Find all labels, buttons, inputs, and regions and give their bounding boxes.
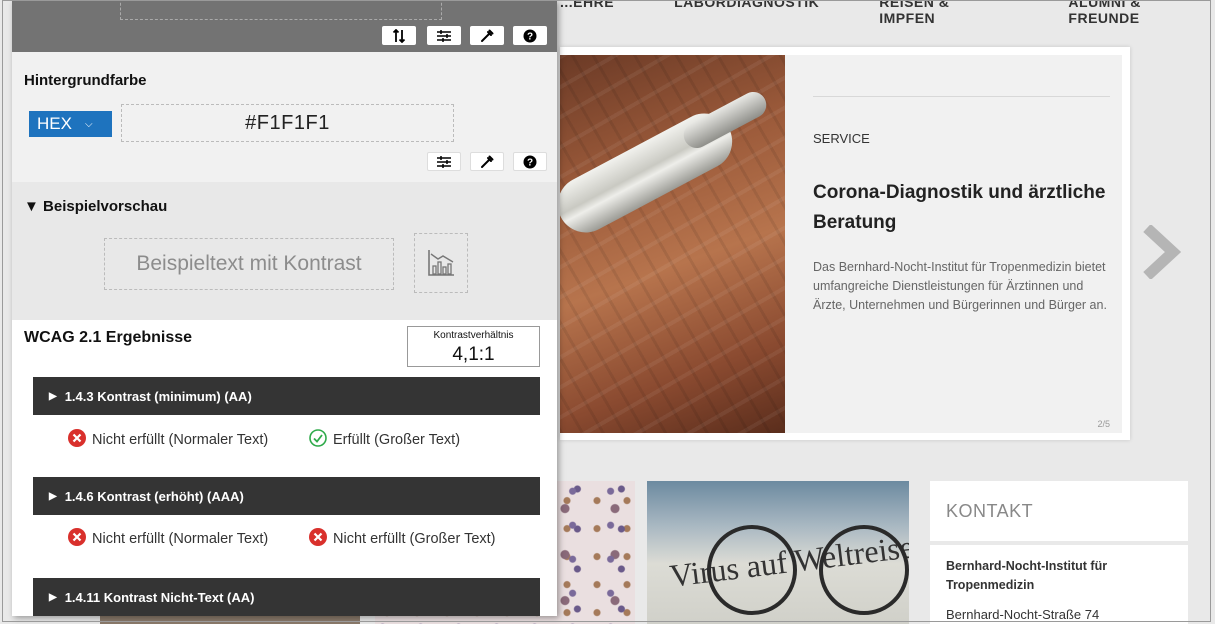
triangle-right-icon: ▶ [49,591,57,603]
browser-page: ...EHRE LABORDIAGNOSTIK REISEN & IMPFEN … [0,0,1215,624]
criterion-label: 1.4.6 Kontrast (erhöht) (AAA) [64,488,244,504]
background-color-input[interactable]: #F1F1F1 [121,104,454,142]
slide-category: SERVICE [813,131,870,146]
chart-icon [428,250,454,276]
criterion-label: 1.4.11 Kontrast Nicht-Text (AA) [64,589,255,605]
criterion-1-4-11-toggle[interactable]: ▶ 1.4.11 Kontrast Nicht-Text (AA) [33,578,540,616]
help-icon[interactable]: ? [513,26,547,45]
fail-icon [68,429,86,447]
hero-slider: SERVICE Corona-Diagnostik und ärztliche … [560,47,1130,440]
result-large-text: Erfüllt (Großer Text) [309,429,549,449]
result-text: Erfüllt (Großer Text) [333,432,461,448]
slide-image [560,55,785,433]
criterion-label: 1.4.3 Kontrast (minimum) (AA) [64,388,252,404]
contrast-ratio-label: Kontrastverhältnis [433,330,514,341]
slide-description: Das Bernhard-Nocht-Institut für Tropenme… [813,260,1107,312]
preview-toggle[interactable]: ▼ Beispielvorschau [24,198,167,215]
color-format-select[interactable]: HEX ⌵ [29,111,112,137]
kontakt-institute: Bernhard-Nocht-Institut für Tropenmedizi… [946,559,1108,592]
eyedropper-icon[interactable] [470,26,504,45]
kontakt-body: Bernhard-Nocht-Institut für Tropenmedizi… [930,545,1188,624]
criterion-1-4-6-toggle[interactable]: ▶ 1.4.6 Kontrast (erhöht) (AAA) [33,477,540,515]
glasses-lens [819,525,909,615]
result-text: Nicht erfüllt (Normaler Text) [92,531,269,547]
next-slide-arrow-icon[interactable] [1141,225,1181,279]
foreground-color-field[interactable] [120,0,442,20]
results-title: WCAG 2.1 Ergebnisse [24,329,193,346]
kontakt-street: Bernhard-Nocht-Straße 74 [946,607,1100,622]
nav-item-labordiagnostik[interactable]: LABORDIAGNOSTIK [674,0,819,26]
svg-text:?: ? [527,157,533,168]
help-icon[interactable]: ? [513,152,547,171]
pass-icon [309,429,327,447]
criterion-1-4-3-toggle[interactable]: ▶ 1.4.3 Kontrast (minimum) (AA) [33,377,540,415]
preview-heading: Beispielvorschau [43,198,168,215]
sliders-icon[interactable] [427,152,461,171]
nav-item-alumni[interactable]: ALUMNI & FREUNDE [1068,0,1215,26]
fail-icon [309,528,327,546]
triangle-right-icon: ▶ [49,490,57,502]
result-large-text: Nicht erfüllt (Großer Text) [309,528,554,548]
result-text: Nicht erfüllt (Großer Text) [333,531,496,547]
divider [813,96,1110,97]
color-format-value: HEX [37,114,72,133]
nav-item-ehre[interactable]: ...EHRE [560,0,614,26]
panel-header: ? [12,0,557,52]
chart-preview-button[interactable] [414,233,468,293]
site-nav: ...EHRE LABORDIAGNOSTIK REISEN & IMPFEN … [560,0,1215,26]
news-image-3[interactable]: Virus auf Weltreise [647,481,909,624]
swap-icon[interactable] [382,26,416,45]
chevron-down-icon: ⌵ [84,118,93,130]
slide-title[interactable]: Corona-Diagnostik und ärztliche Beratung [813,178,1113,238]
slide-text-panel: SERVICE Corona-Diagnostik und ärztliche … [785,55,1122,433]
slide-counter: 2/5 [1097,419,1110,429]
fail-icon [68,528,86,546]
result-normal-text: Nicht erfüllt (Normaler Text) [68,528,283,548]
contrast-ratio-value: 4,1:1 [452,344,495,365]
kontakt-header: KONTAKT [930,481,1188,541]
result-text: Nicht erfüllt (Normaler Text) [92,432,269,448]
eyedropper-icon[interactable] [470,152,504,171]
sliders-icon[interactable] [427,26,461,45]
contrast-checker-panel: ? Hintergrundfarbe HEX ⌵ #F1F1F1 ? ▼ Bei… [12,0,557,616]
background-color-label: Hintergrundfarbe [24,72,147,89]
preview-sample-text: Beispieltext mit Kontrast [104,238,394,290]
result-normal-text: Nicht erfüllt (Normaler Text) [68,429,283,449]
triangle-right-icon: ▶ [49,390,57,402]
svg-text:?: ? [527,31,533,42]
glasses-lens [707,525,797,615]
contrast-ratio-box: Kontrastverhältnis 4,1:1 [407,326,540,367]
nav-item-reisen[interactable]: REISEN & IMPFEN [879,0,1008,26]
kontakt-title: KONTAKT [946,501,1034,521]
triangle-down-icon: ▼ [24,198,39,215]
